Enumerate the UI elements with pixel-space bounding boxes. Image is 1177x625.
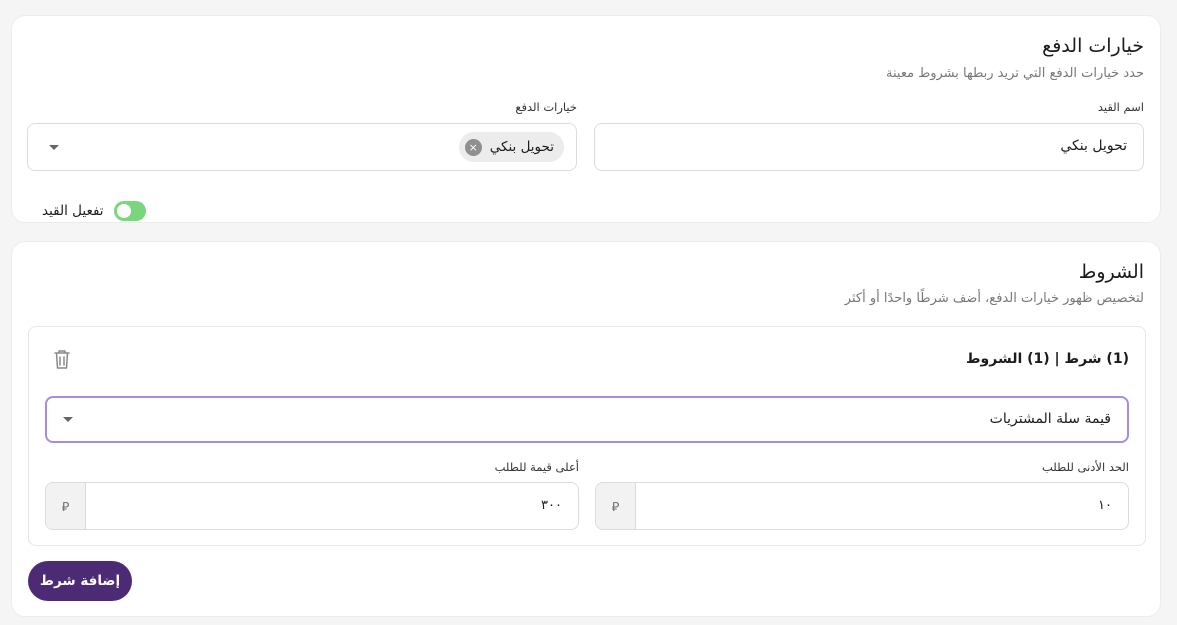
chevron-down-icon bbox=[63, 417, 73, 422]
max-order-value: ٣٠٠ bbox=[541, 498, 562, 513]
min-order-label: الحد الأدنى للطلب bbox=[1042, 460, 1129, 474]
max-order-label: أعلى قيمة للطلب bbox=[494, 460, 579, 474]
payment-options-label: خيارات الدفع bbox=[515, 100, 577, 114]
condition-type-select[interactable]: قيمة سلة المشتريات bbox=[45, 396, 1129, 443]
currency-icon: ⃁ bbox=[46, 483, 86, 529]
condition-header: (1) شرط | (1) الشروط bbox=[966, 351, 1129, 367]
min-order-input[interactable]: ١٠ ⃁ bbox=[595, 482, 1129, 530]
trash-icon[interactable] bbox=[53, 349, 71, 369]
chevron-down-icon bbox=[49, 145, 59, 150]
payment-options-title: خيارات الدفع bbox=[1042, 35, 1144, 57]
max-order-input[interactable]: ٣٠٠ ⃁ bbox=[45, 482, 579, 530]
rule-name-input[interactable]: تحويل بنكي bbox=[594, 123, 1144, 171]
chip-remove-icon[interactable]: × bbox=[464, 138, 482, 156]
payment-options-select[interactable]: تحويل بنكي × bbox=[27, 123, 577, 171]
currency-icon: ⃁ bbox=[596, 483, 636, 529]
min-order-value: ١٠ bbox=[1098, 498, 1112, 513]
add-condition-button[interactable]: إضافة شرط bbox=[28, 561, 132, 601]
activate-rule-label: تفعيل القيد bbox=[42, 203, 104, 219]
payment-options-subtitle: حدد خيارات الدفع التي تريد ربطها بشروط م… bbox=[886, 66, 1144, 81]
activate-rule-toggle[interactable] bbox=[113, 201, 146, 221]
condition-item: (1) شرط | (1) الشروط قيمة سلة المشتريات … bbox=[28, 326, 1146, 546]
toggle-knob bbox=[116, 204, 131, 218]
activate-rule-toggle-row: تفعيل القيد bbox=[42, 201, 146, 221]
conditions-card: الشروط لتخصيص ظهور خيارات الدفع، أضف شرط… bbox=[11, 241, 1161, 617]
conditions-subtitle: لتخصيص ظهور خيارات الدفع، أضف شرطًا واحد… bbox=[844, 291, 1144, 306]
chip-label: تحويل بنكي bbox=[489, 139, 554, 155]
payment-options-card: خيارات الدفع حدد خيارات الدفع التي تريد … bbox=[11, 15, 1161, 223]
condition-type-value: قيمة سلة المشتريات bbox=[989, 411, 1111, 427]
conditions-title: الشروط bbox=[1078, 261, 1144, 283]
selected-payment-chip: تحويل بنكي × bbox=[458, 132, 564, 162]
rule-name-value: تحويل بنكي bbox=[1060, 138, 1127, 154]
rule-name-label: اسم القيد bbox=[1097, 100, 1144, 114]
